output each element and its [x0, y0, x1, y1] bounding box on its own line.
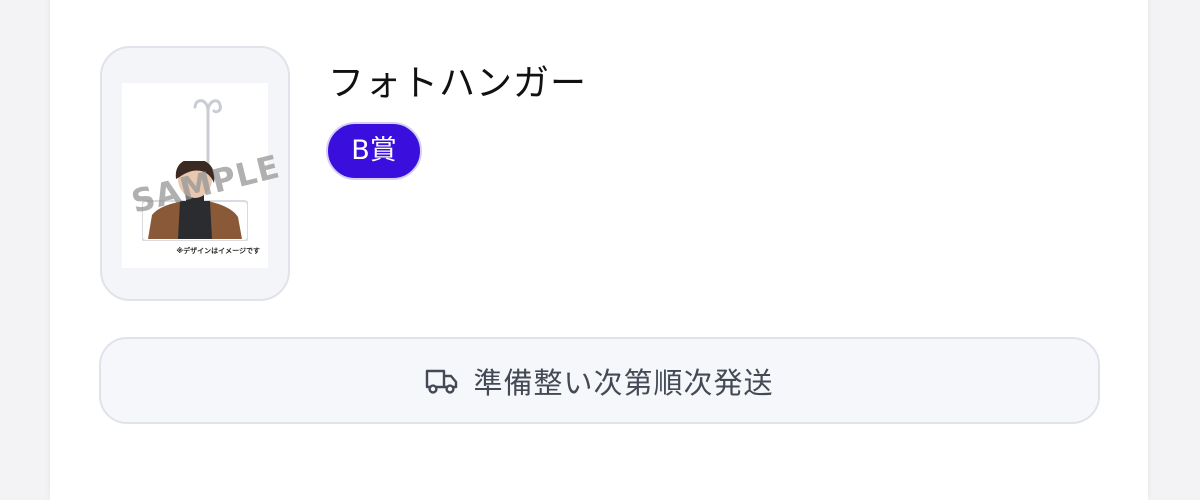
hanger-hook-icon: [193, 99, 222, 171]
image-note: ※デザインはイメージです: [176, 247, 260, 255]
product-thumbnail[interactable]: SAMPLE ※デザインはイメージです: [100, 46, 290, 301]
shipping-label: 準備整い次第順次発送: [473, 365, 774, 400]
prize-badge: B賞: [326, 122, 422, 180]
truck-icon: [426, 369, 458, 394]
thumbnail-image: SAMPLE ※デザインはイメージです: [122, 83, 284, 268]
shipping-status-box: 準備整い次第順次発送: [99, 337, 1100, 424]
product-title: フォトハンガー: [328, 63, 588, 104]
